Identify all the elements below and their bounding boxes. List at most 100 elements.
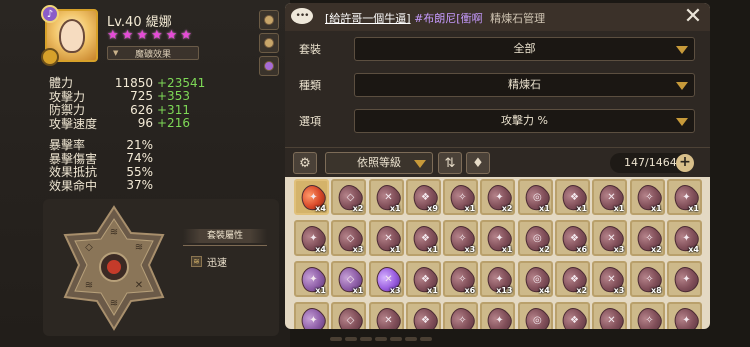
rune-quantity: x4 [315, 245, 326, 254]
rune-management-panel: ••• [給許哥一個牛逼] #布朗尼[衝啊 精煉石管理 ✕ 套裝 全部 種類 精… [285, 3, 710, 329]
option-dropdown[interactable]: 攻擊力 % [354, 109, 695, 133]
rune-slot[interactable]: ❖ x1 [405, 220, 442, 256]
rune-effect-button[interactable]: ▼ 魔礦效果 [107, 46, 199, 60]
star-icon: ★ [150, 28, 163, 43]
rune-slot[interactable]: ✦ x1 [294, 261, 330, 297]
rune-slot[interactable]: ✦ [294, 302, 330, 329]
rune-slot[interactable]: ◇ [331, 302, 367, 329]
rune-slot[interactable]: ✧ x8 [629, 261, 666, 297]
rune-glyph-icon: ✕ [607, 191, 616, 203]
rune-slot[interactable]: ✧ [629, 302, 666, 329]
rune-slot[interactable]: ✕ x1 [368, 179, 405, 215]
rune-slot[interactable]: ✦ x4 [294, 179, 330, 215]
rune-slot[interactable]: ❖ x1 [405, 261, 442, 297]
rune-slot[interactable]: ◇ x2 [331, 179, 367, 215]
type-dropdown[interactable]: 精煉石 [354, 73, 695, 97]
rune-slot[interactable]: ✦ x2 [480, 179, 517, 215]
stat-row: 效果命中 37% [49, 178, 249, 193]
rune-glyph-icon: ✦ [309, 273, 318, 285]
rune-quantity: x1 [539, 204, 550, 213]
rune-slot[interactable]: ✦ x1 [666, 179, 703, 215]
rune-slot[interactable]: ✧ x2 [629, 220, 666, 256]
rune-glyph-icon: ✕ [607, 232, 616, 244]
stat-value: 11850 [114, 75, 153, 90]
rune-slot[interactable]: ✦ x13 [480, 261, 517, 297]
rune-gem-icon[interactable] [259, 33, 279, 53]
rune-glyph-icon: ✧ [644, 314, 654, 326]
gear-icon[interactable]: ⚙ [293, 152, 317, 174]
rune-slot[interactable]: ✧ x6 [443, 261, 479, 297]
rune-slot[interactable]: ❖ x1 [555, 179, 591, 215]
rune-slot[interactable]: ✦ x4 [666, 220, 703, 256]
rune-slot[interactable]: ◇ x1 [331, 261, 367, 297]
panel-title: 精煉石管理 [490, 12, 546, 25]
stat-label: 攻擊速度 [49, 116, 98, 131]
rune-glyph-icon: ❖ [570, 232, 579, 244]
sort-order-icon[interactable]: ⇅ [438, 152, 462, 174]
rune-slot[interactable]: ✕ x1 [592, 179, 629, 215]
side-icon-column [259, 10, 279, 76]
character-portrait[interactable]: ♪ [41, 5, 98, 66]
rune-slot[interactable]: ✦ [480, 302, 517, 329]
sort-dropdown[interactable]: 依照等級 [325, 152, 433, 174]
rune-stone-icon: ✦ [296, 303, 330, 329]
rune-stone-icon: ✧ [632, 303, 666, 329]
rune-glyph-icon: ✧ [644, 232, 654, 244]
rune-slot[interactable]: ✦ [666, 261, 703, 297]
rune-slot[interactable]: ✕ x3 [592, 220, 629, 256]
rune-glyph-icon: ❖ [420, 232, 430, 244]
rune-slot[interactable]: ✕ [368, 302, 405, 329]
rune-slot[interactable]: ◎ x1 [517, 179, 554, 215]
chat-line[interactable]: [給許哥一個牛逼] #布朗尼[衝啊 精煉石管理 [325, 10, 545, 26]
svg-text:≋: ≋ [110, 298, 118, 309]
rune-slot[interactable]: ✕ x3 [368, 261, 405, 297]
rune-glyph-icon: ✕ [607, 273, 616, 285]
rune-slot[interactable]: ✕ x1 [368, 220, 405, 256]
chat-bubble-icon[interactable]: ••• [291, 8, 313, 24]
rune-slot-view-icon[interactable] [259, 10, 279, 30]
stat-value: 725 [130, 89, 153, 104]
secondary-stats: 暴擊率 21% 暴擊傷害 74% 效果抵抗 55% 效果命中 37% [49, 138, 249, 193]
close-icon[interactable]: ✕ [682, 6, 704, 28]
rune-wheel[interactable]: ≋ ≋ ✕ ≋ ≋ ◇ [59, 205, 169, 331]
rune-slot[interactable]: ✧ x1 [629, 179, 666, 215]
rune-slot[interactable]: ❖ x2 [555, 261, 591, 297]
artifact-icon[interactable] [259, 56, 279, 76]
speed-rune-icon: ≋ [191, 256, 202, 267]
rune-slot[interactable]: ◎ [517, 302, 554, 329]
rune-grid: ✦ x4 ◇ x2 ✕ x1 ❖ x9 ✧ x1 ✦ x2 ◎ x1 ❖ x1 ✕ x1 ✧ x1 ✦ x1 ✦ x4 ◇ x3 ✕… [294, 179, 706, 329]
rune-slot[interactable]: ✦ x4 [294, 220, 330, 256]
rune-slot[interactable]: ✦ x1 [480, 220, 517, 256]
rune-slot[interactable]: ❖ [405, 302, 442, 329]
rune-slot[interactable]: ✦ [666, 302, 703, 329]
rune-slot[interactable]: ✕ [592, 302, 629, 329]
rune-glyph-icon: ✦ [495, 191, 505, 203]
rune-slot[interactable]: ✧ x3 [443, 220, 479, 256]
rune-glyph-icon: ◎ [532, 273, 542, 285]
rune-slot[interactable]: ◎ x2 [517, 220, 554, 256]
rune-slot[interactable]: ✧ [443, 302, 479, 329]
svg-text:≋: ≋ [110, 227, 118, 238]
rune-slot[interactable]: ◇ x3 [331, 220, 367, 256]
rune-slot[interactable]: ❖ x6 [555, 220, 591, 256]
rune-slot[interactable]: ❖ x9 [405, 179, 442, 215]
set-dropdown[interactable]: 全部 [354, 37, 695, 61]
rune-quantity: x4 [539, 286, 550, 295]
chevron-down-icon [676, 46, 688, 54]
rune-glyph-icon: ✧ [644, 273, 654, 285]
rune-slot[interactable]: ◎ x4 [517, 261, 554, 297]
rune-quantity: x6 [464, 286, 476, 295]
rune-glyph-icon: ◇ [346, 191, 355, 203]
rune-quantity: x1 [464, 204, 476, 213]
rune-slot[interactable]: ✕ x3 [592, 261, 629, 297]
rune-slot[interactable]: ✧ x1 [443, 179, 479, 215]
svg-text:≋: ≋ [135, 242, 143, 253]
rune-glyph-icon: ❖ [420, 191, 430, 203]
rune-slot[interactable]: ❖ [555, 302, 591, 329]
divider [183, 245, 267, 246]
rune-glyph-icon: ❖ [420, 273, 430, 285]
rune-quantity: x8 [650, 286, 662, 295]
bag-icon[interactable]: ♦ [466, 152, 490, 174]
rune-quantity: x2 [539, 245, 550, 254]
add-slot-button[interactable]: + [676, 154, 694, 172]
